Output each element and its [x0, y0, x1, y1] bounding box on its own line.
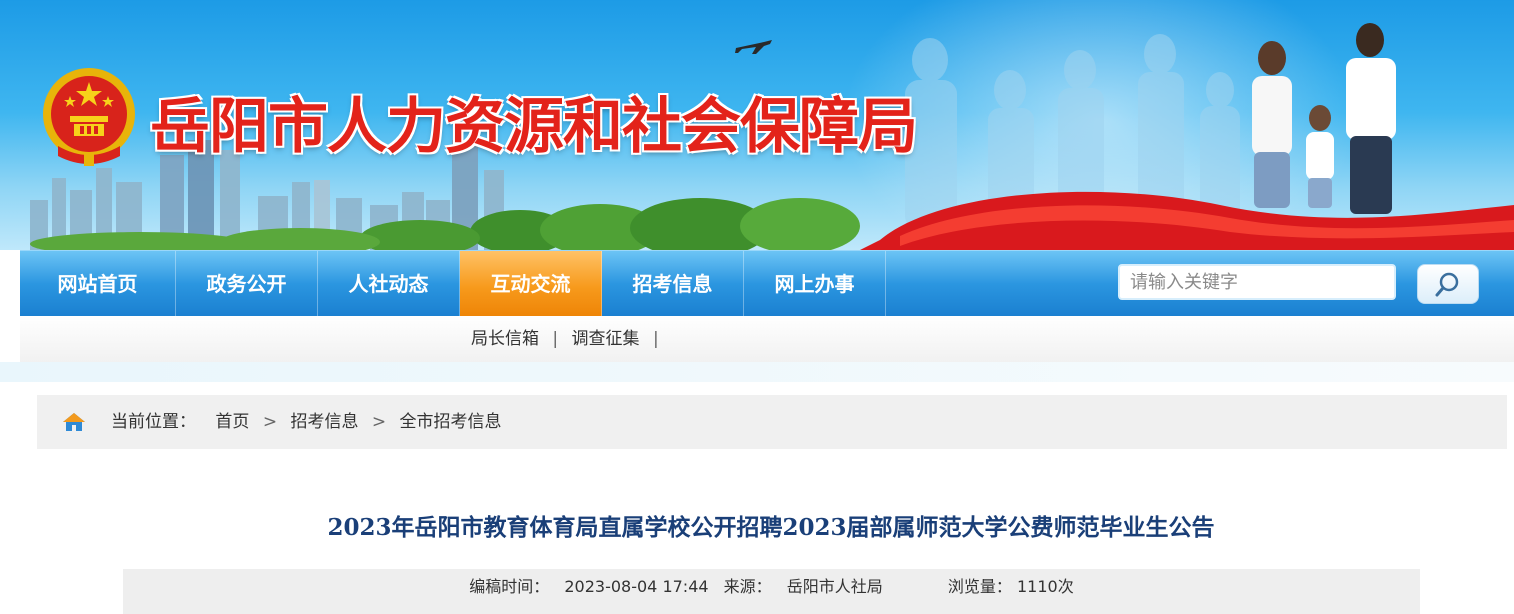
breadcrumb-separator: > — [262, 412, 278, 432]
search-icon — [1435, 272, 1459, 297]
nav-item-government-affairs[interactable]: 政务公开 — [176, 251, 318, 317]
breadcrumb-label: 当前位置： — [111, 412, 196, 432]
subnav-separator: | — [652, 329, 659, 349]
subnav-item-director-mailbox[interactable]: 局长信箱 — [471, 329, 539, 349]
article-meta: 编稿时间： 2023-08-04 17:44 来源： 岳阳市人社局 浏览量： 1… — [123, 569, 1420, 614]
main-nav: 网站首页 政务公开 人社动态 互动交流 招考信息 网上办事 — [20, 250, 1514, 317]
divider-band — [0, 362, 1514, 382]
edit-time-value: 2023-08-04 17:44 — [564, 577, 709, 596]
views-value: 1110次 — [1016, 577, 1074, 596]
search-button[interactable] — [1417, 264, 1479, 304]
header-banner: 岳阳市人力资源和社会保障局 — [0, 0, 1514, 250]
search-input[interactable] — [1118, 264, 1396, 300]
breadcrumb-separator: > — [371, 412, 387, 432]
source-value: 岳阳市人社局 — [786, 577, 883, 596]
nav-item-recruitment[interactable]: 招考信息 — [602, 251, 744, 317]
breadcrumb-home-link[interactable]: 首页 — [215, 412, 249, 432]
edit-time-label: 编稿时间： — [469, 577, 550, 596]
home-icon — [63, 413, 85, 431]
source-label: 来源： — [723, 577, 772, 596]
nav-item-interaction[interactable]: 互动交流 — [460, 251, 602, 317]
nav-item-online-services[interactable]: 网上办事 — [744, 251, 886, 317]
sub-nav: 局长信箱 | 调查征集 | — [20, 316, 1514, 364]
subnav-item-survey[interactable]: 调查征集 — [572, 329, 640, 349]
breadcrumb-city-recruitment-link[interactable]: 全市招考信息 — [400, 412, 502, 432]
airplane-icon — [735, 40, 772, 54]
breadcrumb: 当前位置： 首页 > 招考信息 > 全市招考信息 — [37, 395, 1507, 449]
national-emblem-icon — [43, 68, 135, 166]
subnav-separator: | — [552, 329, 559, 349]
views-label: 浏览量： — [947, 577, 1012, 596]
nav-item-home[interactable]: 网站首页 — [20, 251, 176, 317]
site-title: 岳阳市人力资源和社会保障局 — [150, 92, 918, 162]
article-title: 2023年岳阳市教育体育局直属学校公开招聘2023届部属师范大学公费师范毕业生公… — [327, 514, 1215, 541]
breadcrumb-recruitment-link[interactable]: 招考信息 — [290, 412, 358, 432]
nav-item-hr-news[interactable]: 人社动态 — [318, 251, 460, 317]
